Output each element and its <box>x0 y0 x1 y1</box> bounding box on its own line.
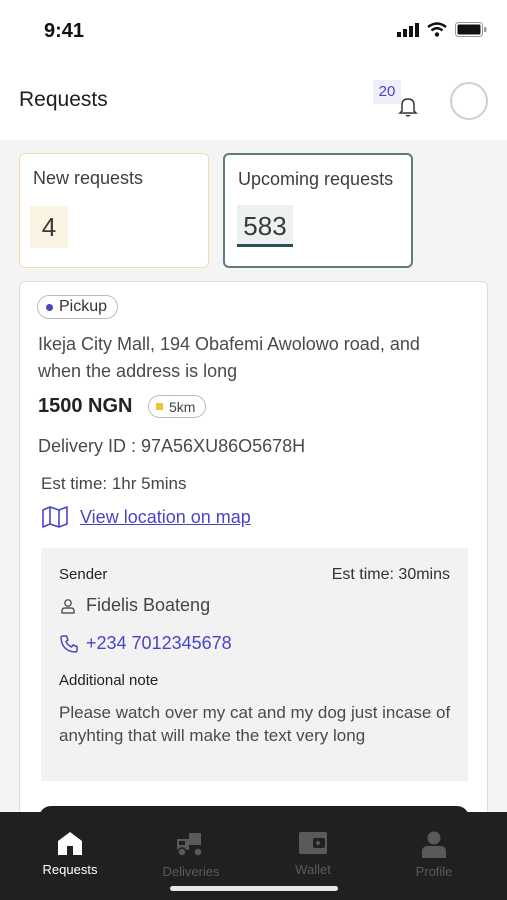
delivery-id: Delivery ID : 97A56XU86O5678H <box>38 436 306 456</box>
wifi-icon <box>427 22 447 37</box>
estimated-time: Est time: 1hr 5mins <box>41 474 187 493</box>
person-icon <box>61 598 75 614</box>
upcoming-requests-count: 583 <box>237 205 293 247</box>
new-requests-card[interactable]: New requests 4 <box>19 153 209 268</box>
dot-icon <box>46 303 53 311</box>
sender-phone-row[interactable]: +234 7012345678 <box>60 633 232 654</box>
bell-icon[interactable] <box>398 96 418 118</box>
view-location-link[interactable]: View location on map <box>80 507 251 528</box>
home-indicator <box>170 886 338 891</box>
status-icons <box>397 22 487 37</box>
sender-name-row: Fidelis Boateng <box>60 595 210 616</box>
upcoming-requests-card[interactable]: Upcoming requests 583 <box>223 153 413 268</box>
pickup-address: Ikeja City Mall, 194 Obafemi Awolowo roa… <box>38 334 420 381</box>
square-icon <box>156 403 163 410</box>
home-icon <box>58 832 82 855</box>
phone-icon <box>60 634 78 653</box>
note-text: Please watch over my cat and my dog just… <box>59 703 451 745</box>
app-header: Requests 20 <box>0 60 507 140</box>
signal-icon <box>397 22 419 37</box>
upcoming-requests-label: Upcoming requests <box>238 169 394 189</box>
nav-item-requests[interactable]: Requests <box>20 830 120 877</box>
sender-est-time: Est time: 30mins <box>331 566 450 583</box>
nav-item-profile[interactable]: Profile <box>384 830 484 879</box>
note-label: Additional note <box>59 672 159 689</box>
sender-details: Sender Est time: 30mins Fidelis Boateng … <box>41 548 468 781</box>
status-time: 9:41 <box>44 20 85 42</box>
bottom-nav: Requests Deliveries Wallet Profile <box>0 812 507 900</box>
nav-label-requests: Requests <box>42 862 98 877</box>
delivery-price: 1500 NGN <box>38 395 133 417</box>
main-content[interactable]: New requests 4 Upcoming requests 583 Pic… <box>0 140 507 812</box>
nav-item-wallet[interactable]: Wallet <box>263 830 363 877</box>
sender-label: Sender <box>59 566 108 583</box>
pickup-badge-label: Pickup <box>59 298 108 315</box>
nav-label-deliveries: Deliveries <box>162 864 220 879</box>
profile-icon <box>422 831 446 858</box>
view-map-row[interactable]: View location on map <box>42 506 251 528</box>
distance-badge: 5km <box>148 395 207 418</box>
truck-icon <box>177 833 203 857</box>
map-icon <box>42 506 68 528</box>
new-requests-label: New requests <box>33 168 144 188</box>
battery-icon <box>455 22 487 37</box>
page-title: Requests <box>19 88 108 111</box>
sender-name: Fidelis Boateng <box>86 595 211 615</box>
nav-item-deliveries[interactable]: Deliveries <box>141 830 241 879</box>
nav-label-wallet: Wallet <box>295 862 331 877</box>
pickup-badge: Pickup <box>37 295 119 319</box>
sender-phone[interactable]: +234 7012345678 <box>86 633 232 654</box>
status-bar: 9:41 <box>0 0 507 60</box>
request-card[interactable]: Pickup Ikeja City Mall, 194 Obafemi Awol… <box>19 281 488 812</box>
wallet-icon <box>299 832 327 854</box>
avatar[interactable] <box>450 82 488 120</box>
notification-count-badge[interactable]: 20 <box>373 80 401 104</box>
new-requests-count: 4 <box>30 206 68 248</box>
nav-label-profile: Profile <box>415 864 453 879</box>
distance-label: 5km <box>169 398 196 415</box>
